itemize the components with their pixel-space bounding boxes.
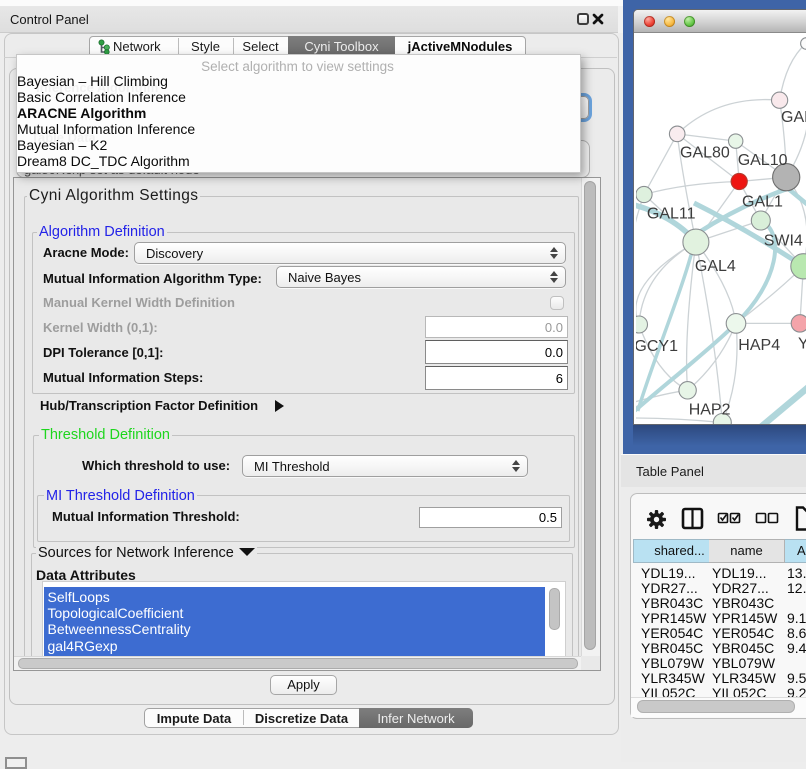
svg-text:GAL10: GAL10 — [738, 152, 788, 169]
svg-text:HAP4: HAP4 — [738, 337, 780, 354]
svg-text:SWI4: SWI4 — [764, 232, 803, 249]
svg-text:GAL80: GAL80 — [680, 145, 730, 162]
svg-text:HAP2: HAP2 — [689, 401, 731, 418]
svg-text:Y: Y — [798, 336, 806, 353]
svg-text:GAL11: GAL11 — [647, 205, 696, 222]
svg-text:GAL1: GAL1 — [742, 194, 783, 211]
svg-text:GAL: GAL — [781, 109, 806, 126]
svg-text:GAL4: GAL4 — [695, 258, 736, 275]
svg-text:GCY1: GCY1 — [636, 338, 678, 355]
